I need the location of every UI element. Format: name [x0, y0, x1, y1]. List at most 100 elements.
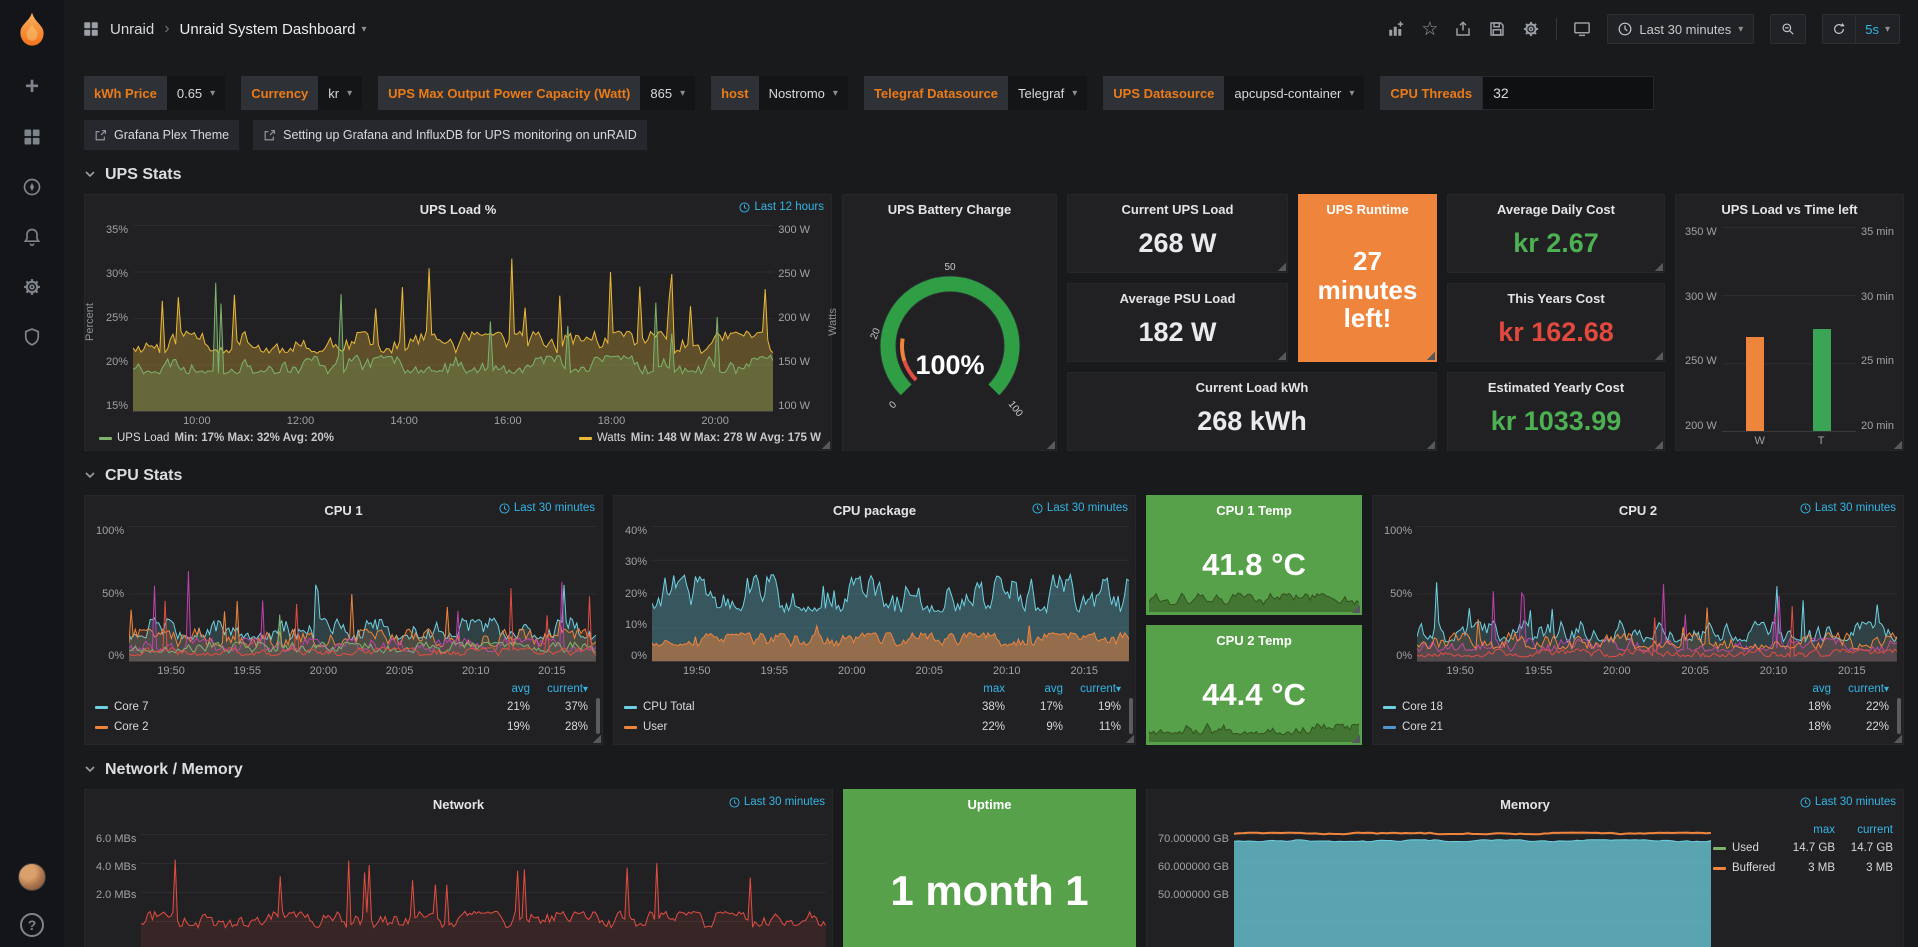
navbar-actions: ☆ Last 30 minutes ▾ [1387, 14, 1900, 44]
help-icon[interactable]: ? [20, 913, 44, 937]
panel-resize-handle[interactable] [1893, 734, 1902, 743]
refresh-button[interactable] [1823, 15, 1855, 43]
external-link-icon [263, 129, 276, 142]
breadcrumb-unraid[interactable]: Unraid [110, 21, 154, 38]
battery-gauge-chart[interactable]: 50 0 20 100 100% [850, 246, 1050, 424]
bar-chart-plot[interactable] [1722, 227, 1856, 432]
network-chart-canvas[interactable] [141, 820, 826, 947]
svg-text:50: 50 [944, 262, 956, 273]
panel-resize-handle[interactable] [1277, 351, 1286, 360]
legend-series-name[interactable]: CPU Total [624, 701, 947, 713]
chevron-down-icon: ▾ [833, 88, 838, 99]
link-grafana-plex-theme[interactable]: Grafana Plex Theme [84, 120, 239, 150]
legend-series-name[interactable]: Core 2 [95, 721, 472, 733]
panel-resize-handle[interactable] [1351, 604, 1360, 613]
y-axis-right: 300 W250 W200 W150 W100 W [773, 225, 815, 412]
axis-tick: 10:00 [183, 415, 211, 427]
configuration-gear-icon[interactable] [21, 276, 43, 298]
panel-resize-handle[interactable] [1893, 440, 1902, 449]
bar-time [1813, 329, 1831, 431]
share-icon[interactable] [1454, 20, 1472, 38]
section-header-cpu-stats[interactable]: CPU Stats [84, 467, 1904, 485]
legend-series-name[interactable]: Used [1713, 842, 1777, 854]
legend-series-name[interactable]: Buffered [1713, 862, 1777, 874]
link-ups-monitoring-guide[interactable]: Setting up Grafana and InfluxDB for UPS … [253, 120, 647, 150]
panel-resize-handle[interactable] [1426, 351, 1435, 360]
server-admin-shield-icon[interactable] [21, 326, 43, 348]
cpu-threads-input[interactable] [1482, 76, 1654, 110]
dashboards-icon[interactable] [21, 126, 43, 148]
time-range-picker[interactable]: Last 30 minutes ▾ [1607, 14, 1754, 44]
panel-resize-handle[interactable] [592, 734, 601, 743]
panel-resize-handle[interactable] [821, 440, 830, 449]
legend-header-current[interactable]: current▾ [1831, 683, 1889, 695]
legend-header-current[interactable]: current▾ [1063, 683, 1121, 695]
variable-label: host [711, 76, 758, 110]
section-header-ups-stats[interactable]: UPS Stats [84, 166, 1904, 184]
legend-header-max[interactable]: max [1777, 824, 1835, 836]
legend-series-color [624, 726, 637, 729]
stat-value: 268 kWh [1068, 397, 1436, 450]
chart-legend: avg current▾ Core 18 18% 22% Core 21 18%… [1373, 681, 1903, 744]
legend-header-avg[interactable]: avg [472, 683, 530, 695]
breadcrumb-separator: › [164, 20, 169, 38]
legend-header-current[interactable]: current▾ [530, 683, 588, 695]
memory-chart-canvas[interactable] [1234, 820, 1711, 947]
legend-scrollbar[interactable] [1129, 698, 1133, 734]
panel-resize-handle[interactable] [1654, 262, 1663, 271]
star-icon[interactable]: ☆ [1421, 18, 1438, 41]
cpu1-chart-canvas[interactable] [129, 526, 596, 661]
add-panel-icon[interactable] [1387, 20, 1405, 38]
legend-header-max[interactable]: max [947, 683, 1005, 695]
panel-time-override: Last 30 minutes [1032, 502, 1128, 514]
variable-value-dropdown[interactable]: 0.65▾ [167, 76, 225, 110]
ups-load-chart-canvas[interactable] [133, 225, 773, 411]
panel-resize-handle[interactable] [1125, 734, 1134, 743]
variable-currency: Currency kr▾ [241, 76, 362, 110]
save-icon[interactable] [1488, 20, 1506, 38]
panel-resize-handle[interactable] [1654, 440, 1663, 449]
legend-header-avg[interactable]: avg [1773, 683, 1831, 695]
variable-value-dropdown[interactable]: Telegraf▾ [1008, 76, 1087, 110]
legend-scrollbar[interactable] [596, 698, 600, 734]
x-axis: 19:5019:5520:0020:0520:1020:15 [85, 662, 602, 679]
refresh-interval-dropdown[interactable]: 5s ▾ [1855, 15, 1899, 43]
user-avatar[interactable] [18, 863, 46, 891]
legend-series-name[interactable]: Core 7 [95, 701, 472, 713]
legend-series-name[interactable]: UPS Load [117, 432, 169, 444]
y-axis-left: 100%50%0% [91, 526, 129, 662]
variable-value-dropdown[interactable]: kr▾ [318, 76, 362, 110]
panel-ups-battery-gauge: UPS Battery Charge 50 0 20 100 100% [842, 194, 1057, 451]
cpu2-chart-canvas[interactable] [1417, 526, 1897, 661]
legend-series-name[interactable]: User [624, 721, 947, 733]
legend-series-name[interactable]: Core 18 [1383, 701, 1773, 713]
legend-series-name[interactable]: Core 21 [1383, 721, 1773, 733]
explore-compass-icon[interactable] [21, 176, 43, 198]
variable-value-dropdown[interactable]: 865▾ [640, 76, 695, 110]
cycle-view-monitor-icon[interactable] [1573, 20, 1591, 38]
panel-resize-handle[interactable] [1351, 734, 1360, 743]
grafana-logo-icon[interactable] [12, 10, 52, 50]
dashboard-settings-gear-icon[interactable] [1522, 20, 1540, 38]
zoom-out-button[interactable] [1770, 14, 1806, 44]
time-range-label: Last 30 minutes [1639, 22, 1731, 37]
legend-header-current[interactable]: current [1835, 824, 1893, 836]
temp-sparkline [1149, 716, 1359, 742]
cpu-package-chart-canvas[interactable] [652, 526, 1129, 661]
panel-resize-handle[interactable] [1046, 440, 1055, 449]
axis-tick: 12:00 [287, 415, 315, 427]
variable-value-dropdown[interactable]: apcupsd-container▾ [1224, 76, 1364, 110]
create-plus-icon[interactable]: + [21, 76, 43, 98]
legend-header-avg[interactable]: avg [1005, 683, 1063, 695]
panel-resize-handle[interactable] [1654, 351, 1663, 360]
legend-series-name[interactable]: Watts [597, 432, 626, 444]
panel-resize-handle[interactable] [1426, 440, 1435, 449]
dashboard-title-dropdown[interactable]: Unraid System Dashboard ▾ [180, 21, 367, 38]
legend-scrollbar[interactable] [1897, 698, 1901, 734]
legend-series-color [1383, 726, 1396, 729]
variable-value-dropdown[interactable]: Nostromo▾ [759, 76, 848, 110]
panel-resize-handle[interactable] [1277, 262, 1286, 271]
section-header-network-memory[interactable]: Network / Memory [84, 761, 1904, 779]
alerting-bell-icon[interactable] [21, 226, 43, 248]
axis-tick: 10% [625, 620, 647, 631]
